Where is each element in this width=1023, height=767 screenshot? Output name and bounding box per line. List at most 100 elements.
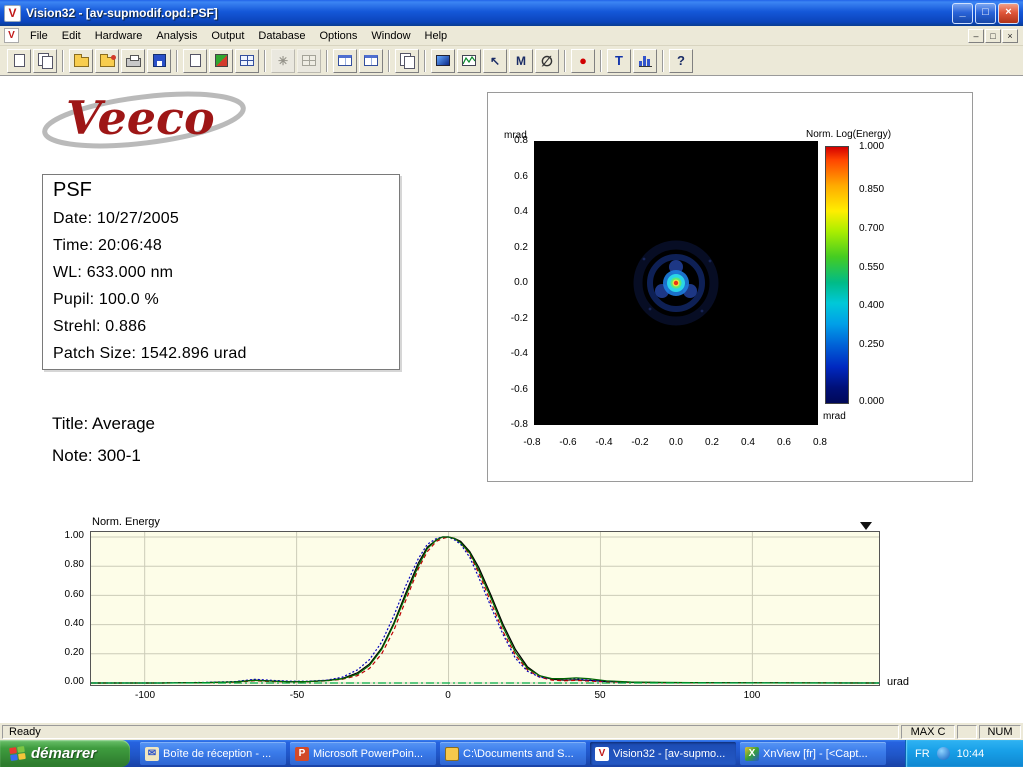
report-note: Note: 300-1 — [52, 446, 141, 466]
vision32-icon: V — [595, 747, 609, 761]
toolbar-separator — [264, 50, 266, 72]
toolbar-separator — [176, 50, 178, 72]
new-measurement-icon[interactable] — [7, 49, 31, 73]
toolbar-separator — [424, 50, 426, 72]
status-spacer — [957, 725, 977, 739]
copy-pages-icon[interactable] — [395, 49, 419, 73]
taskbar-button-xnview[interactable]: X XnView [fr] - [<Capt... — [740, 742, 886, 765]
x-tick: 0.6 — [771, 437, 797, 448]
measurement-null-icon[interactable]: ∅ — [535, 49, 559, 73]
psf-pupil: Pupil: 100.0 % — [53, 291, 389, 309]
mdi-minimize-button[interactable]: – — [968, 29, 984, 43]
y-tick: 0.8 — [498, 135, 528, 146]
psf-map-x-axis: -0.8 -0.6 -0.4 -0.2 0.0 0.2 0.4 0.6 0.8 — [519, 437, 833, 448]
toolbar-separator — [600, 50, 602, 72]
mdi-restore-button[interactable]: □ — [985, 29, 1001, 43]
taskbar-button-inbox[interactable]: ✉ Boîte de réception - ... — [140, 742, 286, 765]
intensity-display-icon[interactable]: ✳ — [271, 49, 295, 73]
colorbar-tick: 0.000 — [859, 396, 899, 407]
histogram-display-icon[interactable] — [633, 49, 657, 73]
taskbar: démarrer ✉ Boîte de réception - ... P Mi… — [0, 740, 1023, 767]
taskbar-button-label: Vision32 - [av-supmo... — [613, 748, 725, 760]
record-data-icon[interactable]: ● — [571, 49, 595, 73]
x-tick: 0.4 — [735, 437, 761, 448]
y-tick: 0.4 — [498, 206, 528, 217]
x-tick: -0.8 — [519, 437, 545, 448]
xnview-icon: X — [745, 747, 759, 761]
contour-table-icon[interactable] — [333, 49, 357, 73]
taskbar-button-powerpoint[interactable]: P Microsoft PowerPoin... — [290, 742, 436, 765]
text-annotation-icon[interactable]: T — [607, 49, 631, 73]
tray-status-icon[interactable] — [937, 747, 950, 760]
windows-flag-icon — [9, 746, 26, 761]
status-maxc: MAX C — [901, 725, 955, 739]
close-button[interactable]: × — [998, 3, 1019, 24]
colorbar-tick: 0.850 — [859, 184, 899, 195]
tile-windows-icon[interactable] — [235, 49, 259, 73]
mail-icon: ✉ — [145, 747, 159, 761]
menu-output[interactable]: Output — [204, 28, 251, 44]
language-indicator[interactable]: FR — [915, 748, 930, 760]
menu-hardware[interactable]: Hardware — [88, 28, 150, 44]
profile-y-tick: 0.00 — [50, 676, 84, 687]
save-to-database-icon[interactable] — [95, 49, 119, 73]
page-layout-icon[interactable] — [183, 49, 207, 73]
help-icon[interactable]: ? — [669, 49, 693, 73]
y-tick: 0.6 — [498, 171, 528, 182]
menu-file[interactable]: File — [23, 28, 55, 44]
profile-plot[interactable] — [90, 531, 880, 686]
taskbar-button-label: XnView [fr] - [<Capt... — [763, 748, 868, 760]
maximize-button[interactable]: □ — [975, 3, 996, 24]
menu-edit[interactable]: Edit — [55, 28, 88, 44]
psf-heading: PSF — [53, 179, 389, 202]
profile-x-tick: 0 — [445, 690, 451, 701]
mdi-close-button[interactable]: × — [1002, 29, 1018, 43]
menu-database[interactable]: Database — [251, 28, 312, 44]
print-icon[interactable] — [121, 49, 145, 73]
toolbar-separator — [662, 50, 664, 72]
menu-options[interactable]: Options — [312, 28, 364, 44]
x-tick: -0.6 — [555, 437, 581, 448]
minimize-button[interactable]: _ — [952, 3, 973, 24]
menu-window[interactable]: Window — [364, 28, 417, 44]
analysis-cursor-icon[interactable]: ↖ — [483, 49, 507, 73]
y-tick: -0.2 — [498, 313, 528, 324]
profile-y-tick: 0.60 — [50, 589, 84, 600]
colorbar-tick: 1.000 — [859, 141, 899, 152]
menu-help[interactable]: Help — [418, 28, 455, 44]
system-tray: FR 10:44 — [905, 740, 1023, 767]
taskbar-button-label: Microsoft PowerPoin... — [313, 748, 423, 760]
psf-map-panel: mrad 0.8 0.6 0.4 0.2 0.0 -0.2 -0.4 -0.6 … — [487, 92, 973, 482]
psf-wavelength: WL: 633.000 nm — [53, 264, 389, 282]
toolbar-separator — [564, 50, 566, 72]
image-display-icon[interactable] — [431, 49, 455, 73]
fringe-display-icon[interactable] — [297, 49, 321, 73]
taskbar-button-label: Boîte de réception - ... — [163, 748, 271, 760]
toolbar-separator — [326, 50, 328, 72]
measurement-options-icon[interactable] — [209, 49, 233, 73]
start-button[interactable]: démarrer — [0, 740, 130, 767]
profile-options-dropdown-icon[interactable] — [860, 522, 872, 530]
y-tick: -0.4 — [498, 348, 528, 359]
open-file-icon[interactable] — [69, 49, 93, 73]
taskbar-button-explorer[interactable]: C:\Documents and S... — [440, 742, 586, 765]
psf-intensity-map[interactable] — [534, 141, 818, 425]
data-table-icon[interactable] — [359, 49, 383, 73]
document-icon[interactable]: V — [4, 28, 19, 43]
colorbar-unit: mrad — [823, 411, 846, 422]
mask-editor-icon[interactable]: M — [509, 49, 533, 73]
profile-y-tick: 0.80 — [50, 559, 84, 570]
profile-plot-icon[interactable] — [457, 49, 481, 73]
svg-text:Veeco: Veeco — [66, 91, 215, 145]
taskbar-button-vision32[interactable]: V Vision32 - [av-supmo... — [590, 742, 736, 765]
profile-y-tick: 0.20 — [50, 647, 84, 658]
toolbar: ✳ ↖ M ∅ ● T ? — [0, 46, 1023, 76]
status-num: NUM — [979, 725, 1021, 739]
colorbar-tick: 0.400 — [859, 300, 899, 311]
x-tick: 0.8 — [807, 437, 833, 448]
colorbar-tick: 0.700 — [859, 223, 899, 234]
folder-icon — [445, 747, 459, 761]
menu-analysis[interactable]: Analysis — [149, 28, 204, 44]
save-icon[interactable] — [147, 49, 171, 73]
copy-measurement-icon[interactable] — [33, 49, 57, 73]
